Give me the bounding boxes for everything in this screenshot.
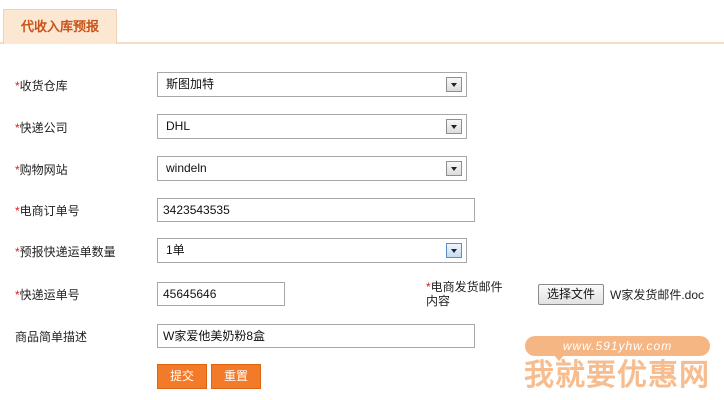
- selected-file-name: W家发货邮件.doc: [610, 288, 705, 302]
- shop-site-label: *购物网站: [15, 160, 68, 180]
- shop-site-label-text: 购物网站: [19, 163, 68, 177]
- submit-button[interactable]: 提交: [157, 364, 207, 389]
- waybill-no-input[interactable]: 45645646: [157, 282, 285, 306]
- watermark-url: www.591yhw.com: [525, 336, 710, 361]
- ship-email-label-line2: 内容: [426, 294, 451, 308]
- reset-button[interactable]: 重置: [211, 364, 261, 389]
- courier-label-text: 快递公司: [19, 121, 68, 135]
- watermark-brand: 我就要优惠网: [524, 359, 710, 392]
- waybill-no-label-text: 快递运单号: [19, 288, 80, 302]
- warehouse-select[interactable]: 斯图加特: [157, 72, 467, 97]
- tab-bar: 代收入库预报: [0, 0, 724, 44]
- chevron-down-icon[interactable]: [446, 119, 462, 134]
- courier-select[interactable]: DHL: [157, 114, 467, 139]
- chevron-down-icon[interactable]: [446, 243, 462, 258]
- order-no-input[interactable]: 3423543535: [157, 198, 475, 222]
- ship-email-label-line1-text: 电商发货邮件: [430, 280, 503, 294]
- waybill-no-label: *快递运单号: [15, 285, 80, 305]
- choose-file-button[interactable]: 选择文件: [538, 284, 604, 305]
- order-no-label-text: 电商订单号: [19, 204, 80, 218]
- shop-site-select[interactable]: windeln: [157, 156, 467, 181]
- order-no-label: *电商订单号: [15, 201, 80, 221]
- chevron-down-icon[interactable]: [446, 161, 462, 176]
- courier-label: *快递公司: [15, 118, 68, 138]
- tab-stock-in-forecast[interactable]: 代收入库预报: [3, 9, 117, 44]
- warehouse-select-value: 斯图加特: [166, 77, 215, 91]
- waybill-count-select-value: 1单: [166, 243, 185, 257]
- waybill-count-label: *预报快递运单数量: [15, 242, 116, 262]
- warehouse-label-text: 收货仓库: [19, 79, 68, 93]
- description-input[interactable]: W家爱他美奶粉8盒: [157, 324, 475, 348]
- chevron-down-icon[interactable]: [446, 77, 462, 92]
- waybill-count-select[interactable]: 1单: [157, 238, 467, 263]
- warehouse-label: *收货仓库: [15, 76, 68, 96]
- ship-email-label: *电商发货邮件 内容: [426, 280, 516, 308]
- description-label: 商品简单描述: [15, 330, 88, 344]
- shop-site-select-value: windeln: [166, 161, 207, 175]
- waybill-count-label-text: 预报快递运单数量: [19, 245, 116, 259]
- ship-email-label-line1: *电商发货邮件: [426, 280, 516, 294]
- courier-select-value: DHL: [166, 119, 191, 133]
